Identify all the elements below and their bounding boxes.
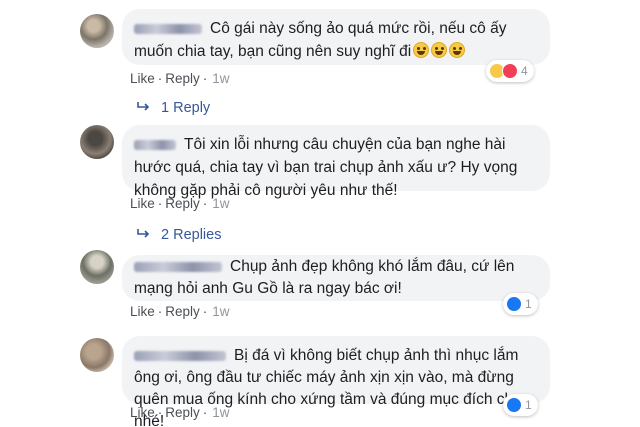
reply-link[interactable]: Reply (165, 196, 200, 211)
avatar[interactable] (80, 14, 114, 48)
reaction-summary[interactable]: 1 (503, 394, 538, 416)
like-link[interactable]: Like (130, 405, 155, 420)
reply-arrow-icon (137, 229, 150, 238)
comment-actions: Like · Reply · 1w (130, 304, 230, 319)
reply-link[interactable]: Reply (165, 405, 200, 420)
grinning-emoji-icon (413, 42, 430, 58)
reply-arrow-icon (137, 102, 150, 111)
timestamp[interactable]: 1w (212, 196, 229, 211)
comment-bubble: Bị đá vì không biết chụp ảnh thì nhục lắ… (122, 336, 550, 427)
reaction-count: 1 (525, 297, 532, 311)
view-replies-link[interactable]: 1 Reply (137, 100, 210, 116)
comment-bubble: Cô gái này sống ảo quá mức rồi, nếu cô ấ… (122, 9, 550, 65)
comment-actions: Like · Reply · 1w (130, 405, 230, 420)
comment-text: Tôi xin lỗi nhưng câu chuyện của bạn ngh… (134, 136, 518, 199)
reply-link[interactable]: Reply (165, 304, 200, 319)
reaction-count: 4 (521, 64, 528, 78)
reaction-summary[interactable]: 4 (486, 60, 534, 82)
avatar[interactable] (80, 125, 114, 159)
like-icon (506, 296, 522, 312)
author-name[interactable] (134, 23, 202, 34)
timestamp[interactable]: 1w (212, 304, 229, 319)
like-link[interactable]: Like (130, 71, 155, 86)
grinning-emoji-icon (449, 42, 466, 58)
grinning-emoji-icon (431, 42, 448, 58)
author-name[interactable] (134, 350, 226, 361)
comment-bubble: Tôi xin lỗi nhưng câu chuyện của bạn ngh… (122, 125, 550, 199)
view-replies-link[interactable]: 2 Replies (137, 227, 221, 243)
author-name[interactable] (134, 261, 222, 272)
like-link[interactable]: Like (130, 304, 155, 319)
avatar[interactable] (80, 338, 114, 372)
replies-count: 1 Reply (161, 100, 211, 116)
author-name[interactable] (134, 139, 176, 150)
reaction-count: 1 (525, 398, 532, 412)
reaction-summary[interactable]: 1 (503, 293, 538, 315)
avatar[interactable] (80, 250, 114, 284)
timestamp[interactable]: 1w (212, 405, 229, 420)
love-icon (502, 63, 518, 79)
comment-actions: Like · Reply · 1w (130, 71, 230, 86)
reply-link[interactable]: Reply (165, 71, 200, 86)
comment-actions: Like · Reply · 1w (130, 196, 230, 211)
timestamp[interactable]: 1w (212, 71, 229, 86)
replies-count: 2 Replies (161, 227, 222, 243)
like-icon (506, 397, 522, 413)
like-link[interactable]: Like (130, 196, 155, 211)
comment-bubble: Chụp ảnh đẹp không khó lắm đâu, cứ lên m… (122, 255, 550, 301)
